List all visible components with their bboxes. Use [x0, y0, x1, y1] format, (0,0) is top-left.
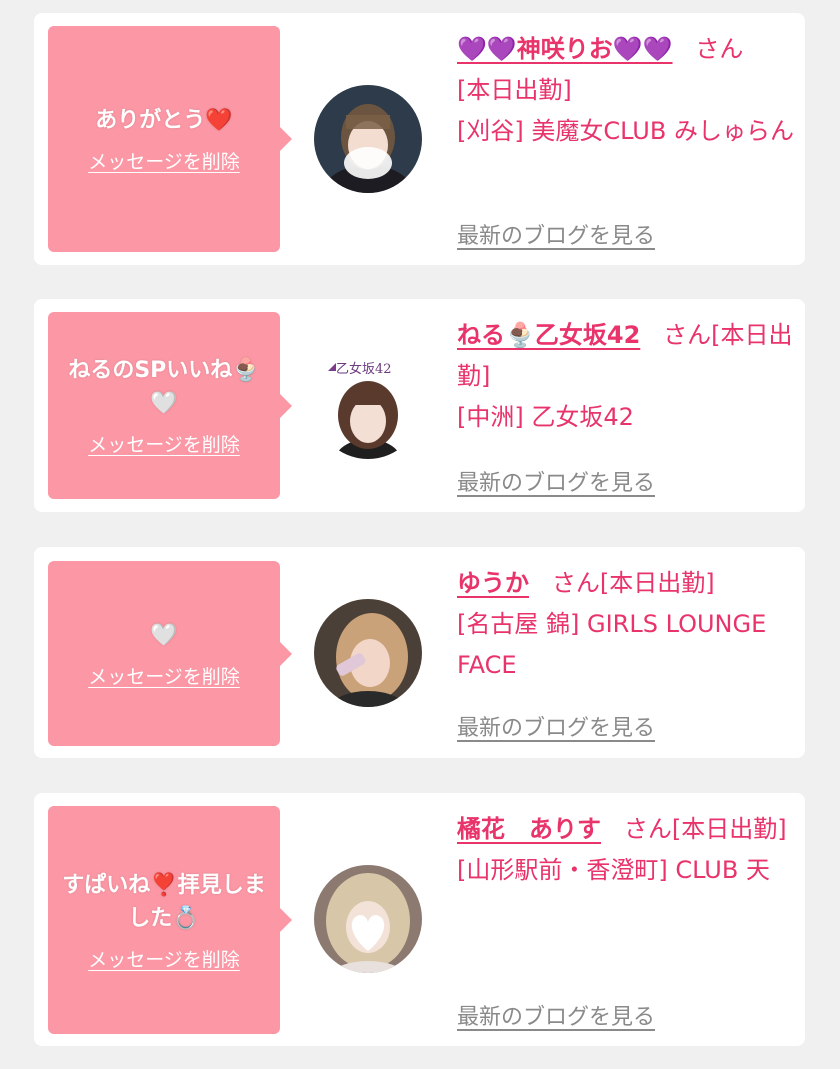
message-bubble: ありがとう❤️ メッセージを削除	[48, 26, 292, 252]
avatar-logo-text: 乙女坂42	[336, 361, 392, 377]
girl-info: 橘花 ありす さん[本日出勤] [山形駅前・香澄町] CLUB 天	[457, 809, 799, 891]
shop-name: [刈谷] 美魔女CLUB みしゅらん	[457, 117, 794, 145]
delete-message-link[interactable]: メッセージを削除	[88, 147, 240, 174]
message-text: すぱいね❣️拝見しました💍	[62, 872, 266, 931]
message-list: ありがとう❤️ メッセージを削除 💜💜神咲りお💜💜 さん [本日出勤] [刈谷]…	[0, 0, 840, 1069]
delete-message-link[interactable]: メッセージを削除	[88, 430, 240, 457]
message-text: 🤍	[150, 622, 178, 648]
avatar[interactable]	[314, 85, 422, 193]
message-bubble: ねるのSPいいね🍨🤍 メッセージを削除	[48, 312, 292, 499]
shop-name: [名古屋 錦] GIRLS LOUNGE FACE	[457, 610, 767, 679]
message-text: ありがとう❤️	[95, 108, 233, 133]
shop-name: [山形駅前・香澄町] CLUB 天	[457, 856, 770, 884]
girl-name-link[interactable]: 💜💜神咲りお💜💜	[457, 35, 673, 63]
girl-info: ねる🍨乙女坂42 さん[本日出勤] [中洲] 乙女坂42	[457, 315, 799, 438]
honorific: さん	[695, 35, 744, 63]
work-status: [本日出勤]	[599, 569, 715, 597]
girl-name-link[interactable]: 橘花 ありす	[457, 815, 601, 843]
message-card: ありがとう❤️ メッセージを削除 💜💜神咲りお💜💜 さん [本日出勤] [刈谷]…	[34, 13, 805, 265]
latest-blog-link[interactable]: 最新のブログを見る	[457, 218, 655, 250]
message-bubble: すぱいね❣️拝見しました💍 メッセージを削除	[48, 806, 292, 1034]
girl-name-link[interactable]: ゆうか	[457, 569, 529, 597]
honorific: さん	[551, 569, 600, 597]
latest-blog-link[interactable]: 最新のブログを見る	[457, 465, 655, 497]
message-card: すぱいね❣️拝見しました💍 メッセージを削除 橘花 ありす さん[本日出勤] […	[34, 793, 805, 1046]
message-text: ねるのSPいいね🍨🤍	[68, 358, 260, 416]
work-status: [本日出勤]	[457, 76, 572, 104]
latest-blog-link[interactable]: 最新のブログを見る	[457, 710, 655, 742]
message-card: ねるのSPいいね🍨🤍 メッセージを削除 乙女坂42 ねる🍨乙女坂42 さん[本日…	[34, 299, 805, 512]
girl-info: ゆうか さん[本日出勤] [名古屋 錦] GIRLS LOUNGE FACE	[457, 563, 799, 686]
work-status: [本日出勤]	[671, 815, 787, 843]
avatar[interactable]: 乙女坂42	[314, 351, 422, 459]
girl-info: 💜💜神咲りお💜💜 さん [本日出勤] [刈谷] 美魔女CLUB みしゅらん	[457, 29, 799, 152]
delete-message-link[interactable]: メッセージを削除	[88, 662, 240, 689]
delete-message-link[interactable]: メッセージを削除	[88, 945, 240, 972]
avatar[interactable]	[314, 865, 422, 973]
honorific: さん	[623, 815, 672, 843]
message-card: 🤍 メッセージを削除 ゆうか さん[本日出勤] [名古屋 錦] GIRLS LO…	[34, 547, 805, 758]
message-bubble: 🤍 メッセージを削除	[48, 561, 292, 746]
honorific: さん	[663, 321, 712, 349]
avatar[interactable]	[314, 599, 422, 707]
girl-name-link[interactable]: ねる🍨乙女坂42	[457, 321, 640, 349]
latest-blog-link[interactable]: 最新のブログを見る	[457, 999, 655, 1031]
shop-name: [中洲] 乙女坂42	[457, 403, 634, 431]
